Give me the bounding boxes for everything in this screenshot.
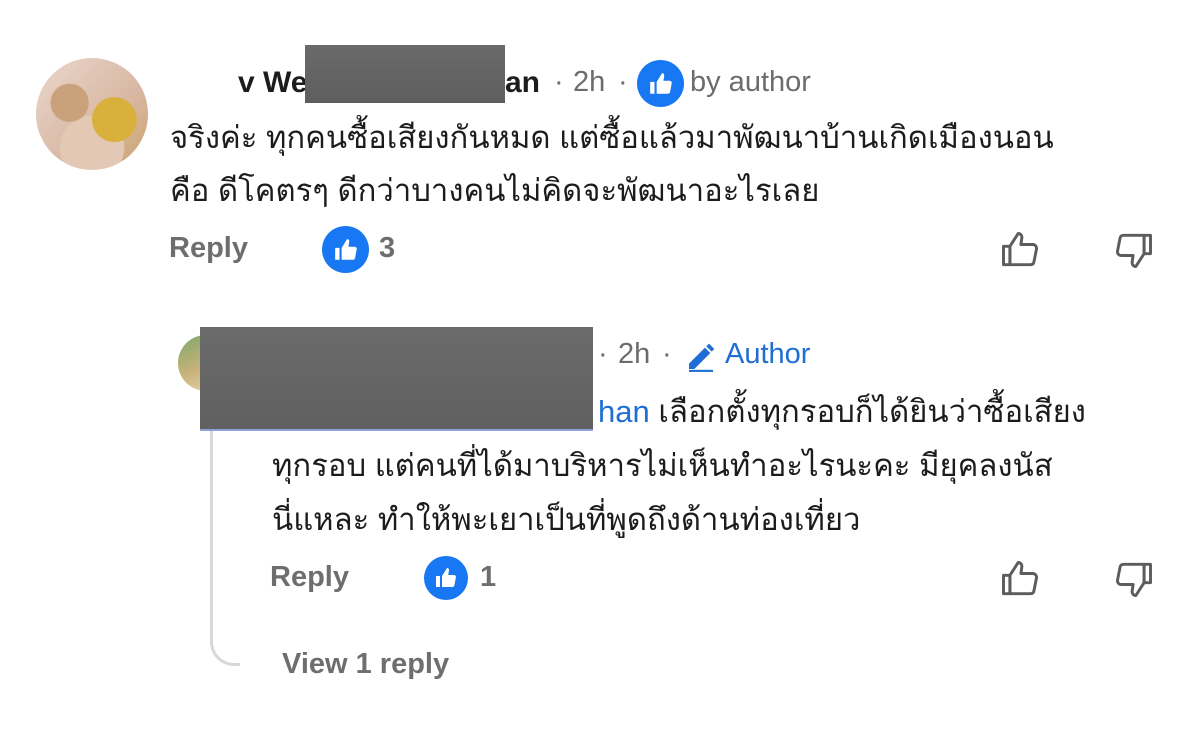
reply-text-segment: เลือกตั้งทุกรอบก็ได้ยินว่าซื้อเสียง (649, 394, 1086, 429)
like-reaction-icon[interactable] (424, 556, 468, 600)
like-count[interactable]: 3 (379, 232, 395, 265)
thumbs-down-icon[interactable] (1110, 555, 1158, 603)
thumbs-up-icon[interactable] (996, 226, 1044, 274)
comment-text-line: คือ ดีโคตรๆ ดีกว่าบางคนไม่คิดจะพัฒนาอะไร… (170, 173, 820, 208)
commenter-name-suffix[interactable]: an (505, 66, 540, 100)
like-reaction-icon[interactable] (322, 226, 369, 273)
like-count[interactable]: 1 (480, 561, 496, 594)
reply-text-line: ทุกรอบ แต่คนที่ได้มาบริหารไม่เห็นทำอะไรน… (272, 448, 1053, 483)
pencil-icon (682, 338, 720, 376)
thread-connector-line (210, 428, 240, 666)
view-replies-button[interactable]: View 1 reply (282, 648, 449, 681)
meta-separator: · (662, 338, 672, 370)
commenter-avatar[interactable] (36, 58, 148, 170)
comment-text-line: จริงค่ะ ทุกคนซื้อเสียงกันหมด แต่ซื้อแล้ว… (170, 120, 1054, 155)
name-redaction (305, 45, 505, 103)
thumbs-down-icon[interactable] (1110, 226, 1158, 274)
comment-timestamp[interactable]: 2h (573, 66, 605, 99)
mention-link[interactable]: han (598, 394, 650, 429)
liked-by-author-icon (637, 60, 684, 107)
reply-text-line: นี่แหละ ทำให้พะเยาเป็นที่พูดถึงด้านท่องเ… (272, 502, 861, 537)
reply-button[interactable]: Reply (270, 561, 349, 594)
meta-separator: · (598, 338, 608, 370)
commenter-name-prefix[interactable]: v We (238, 66, 307, 100)
meta-separator: · (618, 66, 628, 98)
author-tag: Author (725, 338, 811, 370)
thumbs-up-icon[interactable] (996, 555, 1044, 603)
by-author-label: by author (690, 66, 811, 98)
name-redaction (200, 327, 593, 429)
reply-timestamp[interactable]: 2h (618, 338, 650, 371)
reply-button[interactable]: Reply (169, 232, 248, 265)
meta-separator: · (554, 66, 564, 98)
reply-text-line: han เลือกตั้งทุกรอบก็ได้ยินว่าซื้อเสียง (598, 386, 1086, 437)
